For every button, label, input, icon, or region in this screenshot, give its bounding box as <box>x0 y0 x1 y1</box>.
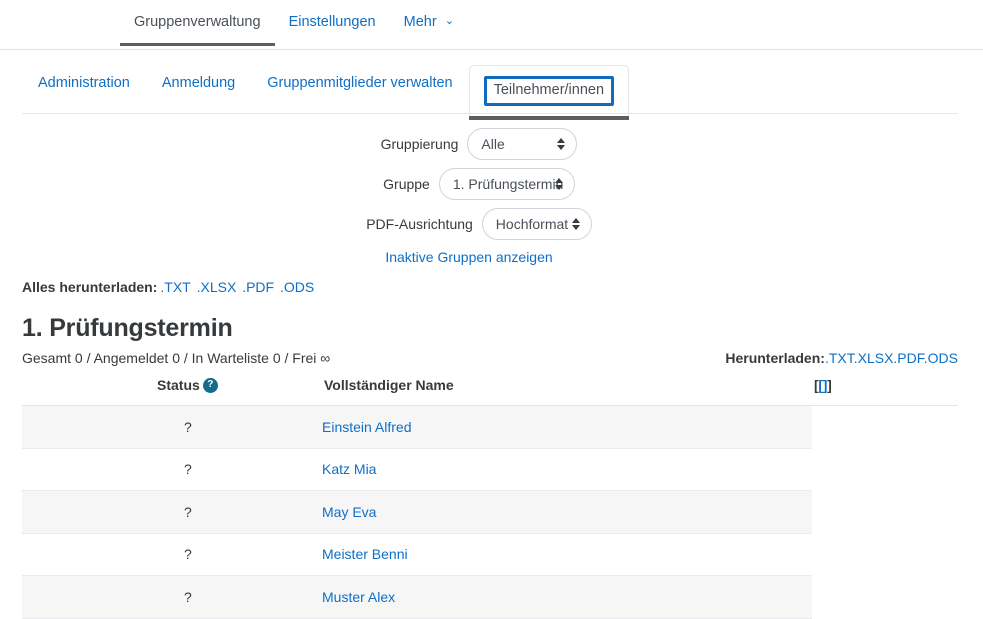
gruppierung-label: Gruppierung <box>380 136 459 152</box>
filter-row-gruppierung: Gruppierung Alle <box>0 128 958 160</box>
table-header-row: Status ? Vollständiger Name [[]] <box>22 377 958 406</box>
extra-select-all-link[interactable]: [] <box>818 377 827 393</box>
table-row[interactable]: ? Einstein Alfred <box>22 405 958 449</box>
nav-item-label: Mehr <box>403 14 437 30</box>
row-status: ? <box>22 405 322 449</box>
inactive-groups-link[interactable]: Inaktive Gruppen anzeigen <box>385 249 552 265</box>
filter-row-gruppe: Gruppe 1. Prüfungstermin <box>0 168 958 200</box>
participant-link[interactable]: Meister Benni <box>322 546 408 562</box>
table-row[interactable]: ? May Eva <box>22 490 958 534</box>
participant-link[interactable]: May Eva <box>322 504 376 520</box>
row-extra <box>812 575 958 618</box>
filter-row-pdf-ausrichtung: PDF-Ausrichtung Hochformat <box>0 208 958 240</box>
download-all-txt[interactable]: .TXT <box>160 279 190 295</box>
row-extra <box>812 490 958 533</box>
row-status: ? <box>22 575 322 619</box>
row-extra <box>812 448 958 491</box>
table-row[interactable]: ? Katz Mia <box>22 448 958 491</box>
inactive-groups-row: Inaktive Gruppen anzeigen <box>0 249 958 265</box>
extra-bracket-close: ] <box>827 377 832 393</box>
row-extra <box>812 405 958 448</box>
participant-link[interactable]: Einstein Alfred <box>322 419 412 435</box>
participant-link[interactable]: Muster Alex <box>322 589 395 605</box>
nav-item-einstellungen[interactable]: Einstellungen <box>275 0 390 45</box>
row-name: Meister Benni <box>322 533 812 576</box>
tab-label: Anmeldung <box>161 75 236 91</box>
updown-arrows-icon <box>557 138 566 150</box>
group-download-label: Herunterladen: <box>725 350 825 366</box>
group-download-xlsx[interactable]: .XLSX <box>854 350 894 366</box>
gruppe-label: Gruppe <box>383 176 430 192</box>
row-name: Einstein Alfred <box>322 405 812 449</box>
tab-teilnehmer-innen[interactable]: Teilnehmer/innen <box>468 65 630 120</box>
chevron-down-icon: ⌄ <box>444 15 454 27</box>
updown-arrows-icon <box>571 218 580 230</box>
nav-item-gruppenverwaltung[interactable]: Gruppenverwaltung <box>120 0 275 47</box>
table-row[interactable]: ? Meister Benni <box>22 533 958 576</box>
tab-label: Gruppenmitglieder verwalten <box>267 75 453 91</box>
gruppierung-value: Alle <box>481 136 505 152</box>
tab-label: Administration <box>38 75 130 91</box>
row-name: Katz Mia <box>322 448 812 491</box>
download-all-xlsx[interactable]: .XLSX <box>197 279 237 295</box>
download-all-ods[interactable]: .ODS <box>280 279 314 295</box>
group-download-pdf[interactable]: .PDF <box>893 350 923 366</box>
tab-gruppenmitglieder-verwalten[interactable]: Gruppenmitglieder verwalten <box>251 65 468 102</box>
tabs-divider <box>22 113 958 114</box>
row-status: ? <box>22 448 322 491</box>
column-header-fullname-label: Vollständiger Name <box>324 377 454 393</box>
primary-nav: Gruppenverwaltung Einstellungen Mehr ⌄ <box>0 0 983 50</box>
table-body: ? Einstein Alfred ? Katz Mia ? May Eva ?… <box>22 405 958 619</box>
pdf-ausrichtung-value: Hochformat <box>495 216 569 232</box>
group-title: 1. Prüfungstermin <box>22 314 233 342</box>
row-status: ? <box>22 533 322 576</box>
group-download-ods[interactable]: .ODS <box>924 350 958 366</box>
group-meta-row: Gesamt 0 / Angemeldet 0 / In Warteliste … <box>0 350 983 366</box>
gruppe-select[interactable]: 1. Prüfungstermin <box>438 168 575 200</box>
column-header-status-label: Status <box>157 377 200 393</box>
participants-table-wrap: Status ? Vollständiger Name [[]] ? Einst… <box>0 377 983 619</box>
nav-item-label: Gruppenverwaltung <box>134 14 261 30</box>
table-head: Status ? Vollständiger Name [[]] <box>22 377 958 406</box>
download-all-label: Alles herunterladen: <box>22 279 158 295</box>
participants-table: Status ? Vollständiger Name [[]] ? Einst… <box>22 377 958 619</box>
gruppe-value: 1. Prüfungstermin <box>452 176 564 192</box>
gruppierung-select[interactable]: Alle <box>467 128 578 160</box>
nav-item-label: Einstellungen <box>288 14 376 30</box>
participant-link[interactable]: Katz Mia <box>322 461 376 477</box>
row-name: May Eva <box>322 490 812 534</box>
column-header-extra[interactable]: [[]] <box>812 377 958 406</box>
pdf-ausrichtung-label: PDF-Ausrichtung <box>366 216 473 232</box>
filter-form: Gruppierung Alle Gruppe 1. Prüfungstermi… <box>0 128 983 265</box>
tab-administration[interactable]: Administration <box>22 65 146 102</box>
help-icon[interactable]: ? <box>202 377 218 393</box>
group-download-links: Herunterladen:.TXT.XLSX.PDF.ODS <box>725 350 958 366</box>
row-status: ? <box>22 490 322 534</box>
group-counts: Gesamt 0 / Angemeldet 0 / In Warteliste … <box>22 350 331 366</box>
column-header-status[interactable]: Status ? <box>22 377 322 406</box>
nav-divider <box>0 49 983 50</box>
nav-item-mehr[interactable]: Mehr ⌄ <box>390 0 468 45</box>
group-download-txt[interactable]: .TXT <box>825 350 854 366</box>
row-extra <box>812 533 958 576</box>
table-row[interactable]: ? Muster Alex <box>22 575 958 619</box>
tab-label: Teilnehmer/innen <box>483 76 615 106</box>
updown-arrows-icon <box>554 178 563 190</box>
column-header-fullname[interactable]: Vollständiger Name <box>322 377 812 406</box>
download-all-pdf[interactable]: .PDF <box>242 279 274 295</box>
download-all-row: Alles herunterladen: .TXT .XLSX .PDF .ODS <box>0 279 983 295</box>
pdf-ausrichtung-select[interactable]: Hochformat <box>481 208 592 240</box>
row-name: Muster Alex <box>322 575 812 619</box>
secondary-tabs: Administration Anmeldung Gruppenmitglied… <box>0 65 983 120</box>
tab-anmeldung[interactable]: Anmeldung <box>146 65 251 102</box>
download-all-links: .TXT .XLSX .PDF .ODS <box>160 279 316 295</box>
